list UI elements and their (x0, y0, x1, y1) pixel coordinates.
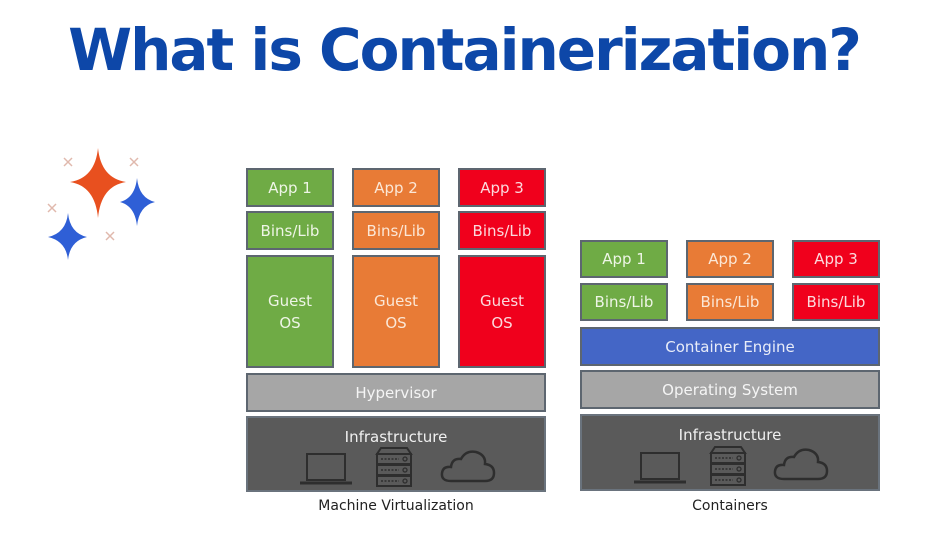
guest-os-label-line2: OS (279, 313, 301, 332)
infrastructure-label: Infrastructure (678, 426, 782, 444)
cloud-icon (773, 448, 829, 481)
guest-os-label-line1: Guest (479, 291, 525, 310)
vm-guest-os-1: Guest OS (246, 255, 334, 368)
laptop-icon (634, 452, 686, 484)
machine-virtualization-caption: Machine Virtualization (318, 498, 474, 514)
page-title: What is Containerization? (68, 16, 862, 84)
container-app-2: App 2 (686, 240, 774, 278)
vm-app-1: App 1 (246, 168, 334, 207)
vm-bins-lib-2: Bins/Lib (352, 211, 440, 250)
vm-app-3: App 3 (458, 168, 546, 207)
server-icon (375, 447, 413, 487)
container-bins-lib-2: Bins/Lib (686, 283, 774, 321)
vm-guest-os-3: Guest OS (458, 255, 546, 368)
hypervisor-layer: Hypervisor (246, 373, 546, 412)
vm-bins-lib-1: Bins/Lib (246, 211, 334, 250)
vm-guest-os-2: Guest OS (352, 255, 440, 368)
vm-bins-lib-3: Bins/Lib (458, 211, 546, 250)
cloud-icon (440, 450, 496, 483)
container-bins-lib-3: Bins/Lib (792, 283, 880, 321)
laptop-icon (300, 453, 352, 485)
containers-caption: Containers (692, 498, 768, 514)
container-bins-lib-1: Bins/Lib (580, 283, 668, 321)
server-icon (709, 446, 747, 486)
operating-system-layer: Operating System (580, 370, 880, 409)
sparkles-icon (47, 148, 155, 260)
guest-os-label-line2: OS (491, 313, 513, 332)
container-app-1: App 1 (580, 240, 668, 278)
guest-os-label-line1: Guest (267, 291, 313, 310)
container-engine-layer: Container Engine (580, 327, 880, 366)
guest-os-label-line2: OS (385, 313, 407, 332)
guest-os-label-line1: Guest (373, 291, 419, 310)
vm-app-2: App 2 (352, 168, 440, 207)
infrastructure-label: Infrastructure (344, 428, 448, 446)
container-app-3: App 3 (792, 240, 880, 278)
